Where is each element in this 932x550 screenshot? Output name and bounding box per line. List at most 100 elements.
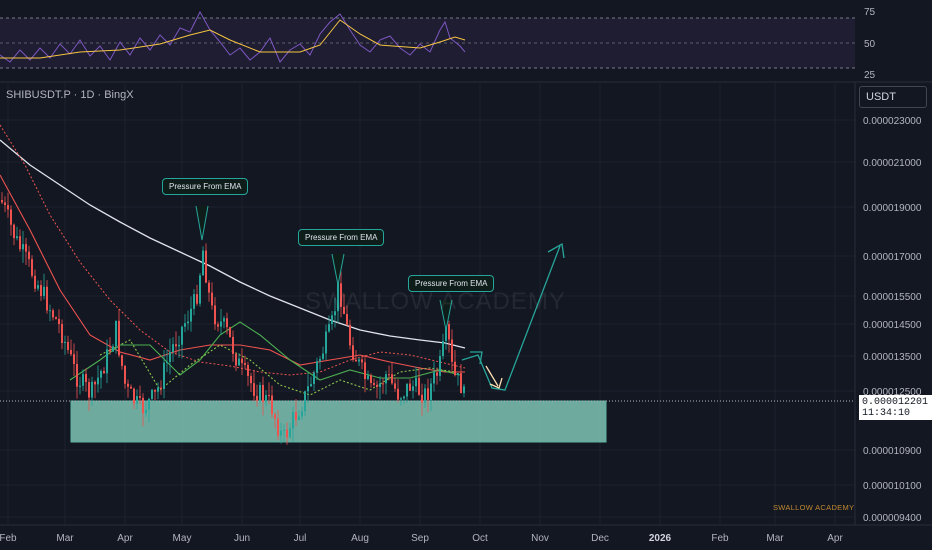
candle-body xyxy=(364,362,366,380)
candle-body xyxy=(85,373,87,383)
annotation-callout[interactable]: Pressure From EMA xyxy=(162,178,249,195)
candle-body xyxy=(10,209,12,225)
candle-body xyxy=(28,251,30,260)
candle-body xyxy=(376,384,378,387)
candle-body xyxy=(283,429,285,431)
candle-body xyxy=(22,244,24,250)
time-tick: Dec xyxy=(591,533,609,544)
candle-body xyxy=(253,383,255,396)
candle-body xyxy=(160,387,162,389)
candle-body xyxy=(154,389,156,392)
support-zone[interactable] xyxy=(70,400,607,443)
candle-body xyxy=(76,363,78,387)
candle-body xyxy=(124,365,126,384)
candle-body xyxy=(73,354,75,364)
candle-body xyxy=(379,383,381,387)
candle-body xyxy=(13,224,15,239)
candle-body xyxy=(235,353,237,366)
time-tick: Feb xyxy=(711,533,729,544)
candle-body xyxy=(43,286,45,297)
price-tick: 0.000010100 xyxy=(863,481,922,492)
candle-body xyxy=(304,391,306,412)
rsi-tick: 50 xyxy=(864,39,876,50)
candle-body xyxy=(409,383,411,391)
candle-body xyxy=(211,292,213,306)
last-price-tag: 0.000012201 11:34:10 xyxy=(859,395,932,420)
candle-body xyxy=(391,374,393,384)
candle-body xyxy=(418,377,420,395)
candle-body xyxy=(406,383,408,397)
candle-body xyxy=(52,310,54,318)
projection-arrows xyxy=(461,242,565,391)
time-tick: 2026 xyxy=(649,533,672,544)
candle-body xyxy=(322,353,324,360)
candle-body xyxy=(37,285,39,289)
price-tick: 0.000014500 xyxy=(863,320,922,331)
currency-button[interactable]: USDT xyxy=(859,86,927,108)
candle-body xyxy=(421,394,423,403)
candle-body xyxy=(157,387,159,392)
time-tick: Apr xyxy=(117,533,133,544)
time-tick: Mar xyxy=(56,533,74,544)
candle-body xyxy=(298,416,300,420)
moving-averages xyxy=(0,124,466,396)
candle-body xyxy=(358,359,360,362)
candle-body xyxy=(394,383,396,389)
candle-body xyxy=(319,359,321,362)
candle-body xyxy=(328,324,330,332)
candle-body xyxy=(232,336,234,354)
candle-body xyxy=(463,386,465,394)
candle-body xyxy=(238,358,240,366)
candle-body xyxy=(454,361,456,376)
candle-body xyxy=(136,396,138,404)
candle-body xyxy=(349,324,351,346)
candle-body xyxy=(208,282,210,293)
candle-body xyxy=(91,381,93,398)
symbol-label[interactable]: SHIBUSDT.P · 1D · BingX xyxy=(6,89,134,101)
brand-label: SWALLOW ACADEMY xyxy=(773,503,855,512)
candle-body xyxy=(112,346,114,352)
candle-body xyxy=(277,418,279,436)
candle-body xyxy=(268,395,270,397)
candle-body xyxy=(106,349,108,374)
annotation-text: Pressure From EMA xyxy=(305,233,378,242)
candle-body xyxy=(430,383,432,401)
candle-body xyxy=(313,372,315,385)
candle-body xyxy=(217,324,219,327)
candle-body xyxy=(415,377,417,387)
candle-body xyxy=(256,395,258,401)
time-tick: Nov xyxy=(531,533,549,544)
candle-body xyxy=(373,382,375,385)
candle-body xyxy=(250,375,252,384)
annotation-callout[interactable]: Pressure From EMA xyxy=(408,275,495,292)
candle-body xyxy=(184,323,186,327)
bar-countdown: 11:34:10 xyxy=(862,408,911,419)
candle-body xyxy=(19,236,21,250)
candle-body xyxy=(166,361,168,363)
candle-body xyxy=(226,318,228,328)
candle-body xyxy=(67,341,69,350)
candle-body xyxy=(40,285,42,297)
candle-body xyxy=(427,388,429,401)
candle-body xyxy=(115,320,117,347)
candle-body xyxy=(163,362,165,389)
price-tick: 0.000013500 xyxy=(863,352,922,363)
candle-body xyxy=(109,349,111,352)
candle-body xyxy=(88,382,90,398)
last-price-value: 0.000012201 xyxy=(862,397,929,408)
candle-body xyxy=(307,386,309,392)
candle-body xyxy=(148,398,150,410)
candle-body xyxy=(451,339,453,362)
candle-body xyxy=(439,356,441,376)
price-tick: 0.000017000 xyxy=(863,252,922,263)
annotation-callout[interactable]: Pressure From EMA xyxy=(298,229,385,246)
candle-body xyxy=(316,361,318,373)
candle-body xyxy=(49,310,51,312)
candle-body xyxy=(31,259,33,276)
candle-body xyxy=(169,352,171,362)
rsi-axis: 75 50 25 xyxy=(864,7,876,81)
price-tick: 0.000021000 xyxy=(863,158,922,169)
candle-body xyxy=(331,315,333,325)
candle-body xyxy=(442,340,444,357)
candle-body xyxy=(382,383,384,385)
